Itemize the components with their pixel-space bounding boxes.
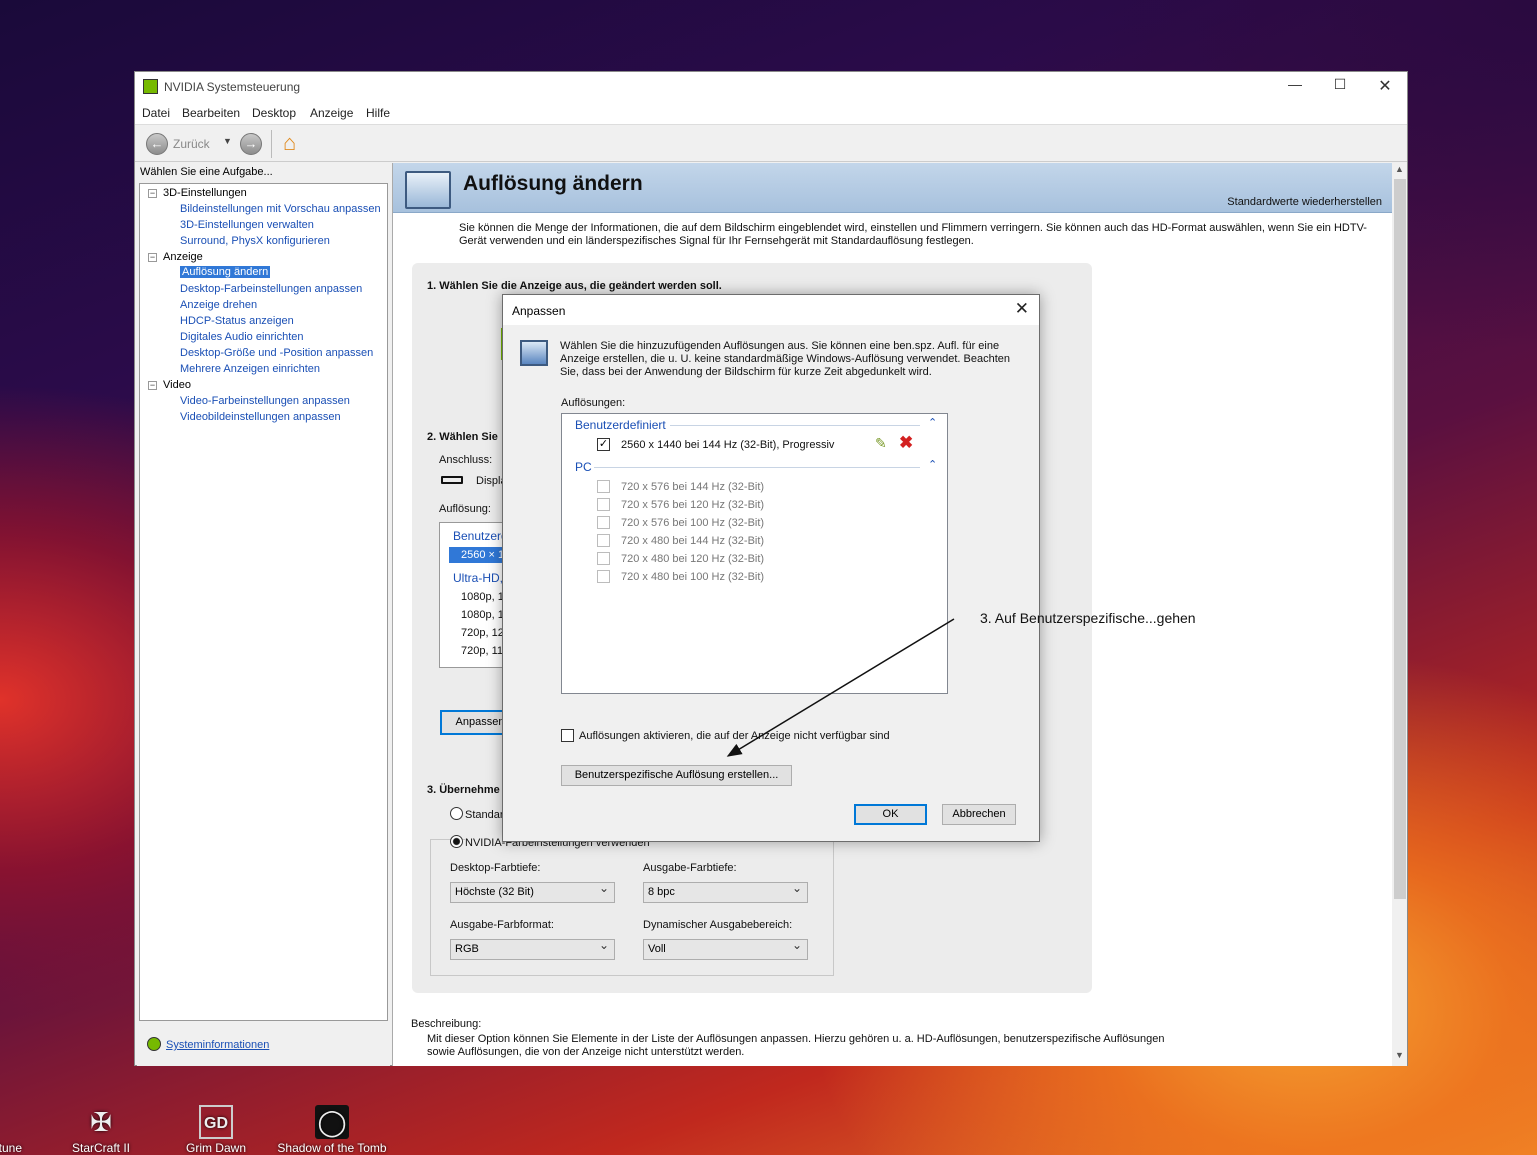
annotation-arrow	[726, 618, 955, 757]
